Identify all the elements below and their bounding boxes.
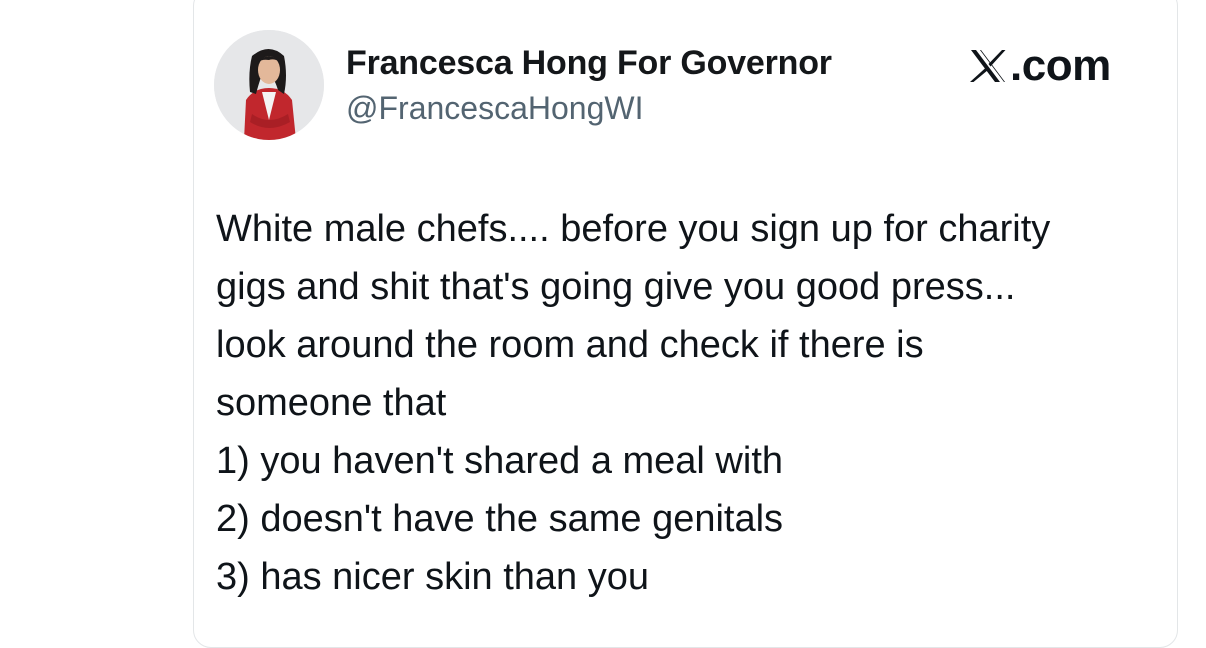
author-name[interactable]: Francesca Hong For Governor: [346, 44, 832, 83]
tweet-line: someone that: [216, 382, 447, 424]
avatar-photo: [214, 30, 324, 140]
avatar[interactable]: [214, 30, 324, 140]
x-logo-icon: [968, 46, 1008, 86]
tweet-line: 3) has nicer skin than you: [216, 556, 650, 598]
brand-domain: .com: [1010, 41, 1111, 90]
author-handle[interactable]: @FrancescaHongWI: [346, 90, 643, 127]
tweet-line: White male chefs.... before you sign up …: [216, 208, 1051, 250]
tweet-line: look around the room and check if there …: [216, 324, 924, 366]
tweet-line: gigs and shit that's going give you good…: [216, 266, 1016, 308]
tweet-body: White male chefs.... before you sign up …: [216, 200, 1166, 606]
tweet-line: 2) doesn't have the same genitals: [216, 498, 784, 540]
tweet-line: 1) you haven't shared a meal with: [216, 440, 784, 482]
x-com-watermark: .com: [968, 41, 1111, 90]
